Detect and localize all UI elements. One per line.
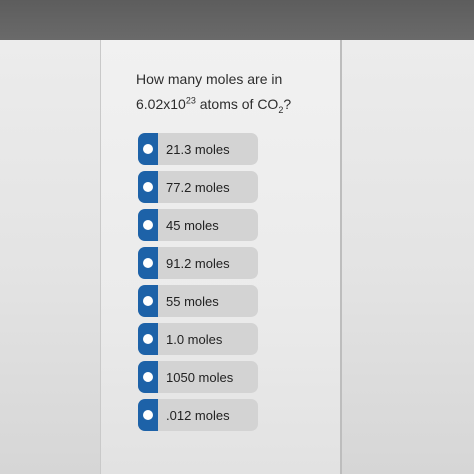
answer-option-label: 45 moles <box>166 218 219 233</box>
radio-tab[interactable] <box>138 285 158 317</box>
question-base: 6.02x10 <box>136 96 186 112</box>
radio-button-icon[interactable] <box>143 410 153 420</box>
radio-tab[interactable] <box>138 361 158 393</box>
top-toolbar <box>0 0 474 40</box>
radio-tab[interactable] <box>138 209 158 241</box>
panel-divider-left <box>100 40 101 474</box>
question-end: ? <box>283 96 292 112</box>
radio-button-icon[interactable] <box>143 296 153 306</box>
answer-option[interactable]: 1.0 moles <box>138 323 258 355</box>
answer-option[interactable]: 45 moles <box>138 209 258 241</box>
radio-button-icon[interactable] <box>143 220 153 230</box>
radio-tab[interactable] <box>138 171 158 203</box>
radio-button-icon[interactable] <box>143 372 153 382</box>
answer-option-label: 91.2 moles <box>166 256 230 271</box>
question-middle: atoms of CO <box>195 96 279 112</box>
answer-option-label: 55 moles <box>166 294 219 309</box>
radio-tab[interactable] <box>138 323 158 355</box>
question-line-2: 6.02x1023 atoms of CO2? <box>136 92 336 117</box>
question-line-1: How many moles are in <box>136 71 283 87</box>
question-exponent: 23 <box>185 95 196 106</box>
radio-button-icon[interactable] <box>143 334 153 344</box>
radio-tab[interactable] <box>138 133 158 165</box>
radio-tab[interactable] <box>138 399 158 431</box>
radio-button-icon[interactable] <box>143 144 153 154</box>
answer-option-label: 1.0 moles <box>166 332 223 347</box>
answer-option[interactable]: 21.3 moles <box>138 133 258 165</box>
answer-option[interactable]: 1050 moles <box>138 361 258 393</box>
answer-option[interactable]: 55 moles <box>138 285 258 317</box>
panel-divider-right <box>340 40 342 474</box>
answer-option[interactable]: 91.2 moles <box>138 247 258 279</box>
radio-tab[interactable] <box>138 247 158 279</box>
answer-option[interactable]: .012 moles <box>138 399 258 431</box>
answer-option[interactable]: 77.2 moles <box>138 171 258 203</box>
answer-options: 21.3 moles 77.2 moles 45 moles 91.2 mole… <box>138 133 258 437</box>
radio-button-icon[interactable] <box>143 258 153 268</box>
answer-option-label: 77.2 moles <box>166 180 230 195</box>
radio-button-icon[interactable] <box>143 182 153 192</box>
answer-option-label: .012 moles <box>166 408 230 423</box>
answer-option-label: 1050 moles <box>166 370 234 385</box>
question-text: How many moles are in 6.02x1023 atoms of… <box>136 67 336 117</box>
answer-option-label: 21.3 moles <box>166 142 230 157</box>
